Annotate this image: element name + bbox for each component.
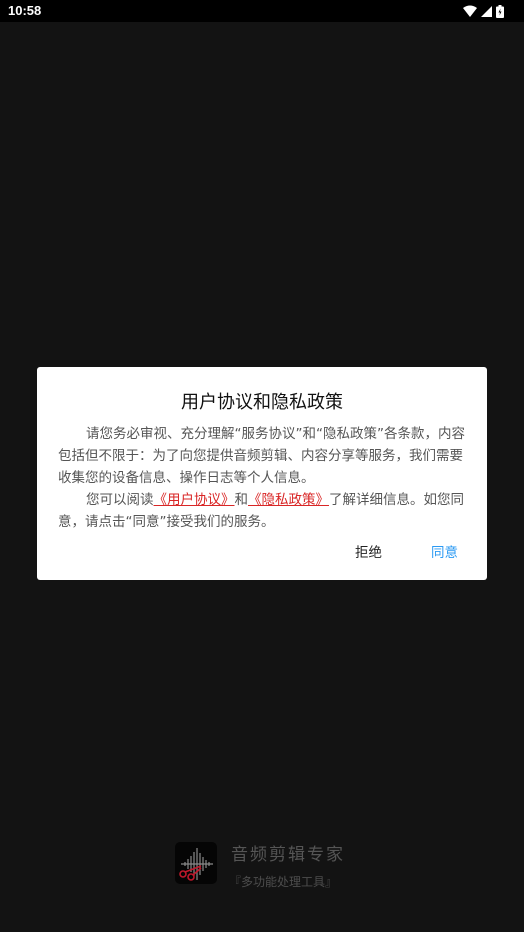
paragraph-2-and: 和 (234, 492, 249, 508)
dialog-body: 请您务必审视、充分理解“服务协议”和“隐私政策”各条款，内容包括但不限于：为了向… (58, 423, 466, 533)
user-agreement-link[interactable]: 《用户协议》 (154, 492, 235, 508)
status-icons (463, 4, 504, 18)
status-time: 10:58 (8, 3, 42, 18)
agree-button[interactable]: 同意 (431, 541, 458, 561)
signal-icon (481, 5, 492, 17)
dialog-title: 用户协议和隐私政策 (181, 392, 343, 413)
app-name: 音频剪辑专家 (231, 845, 345, 865)
privacy-policy-link[interactable]: 《隐私政策》 (248, 492, 329, 508)
brand-footer: 音频剪辑专家 『多功能处理工具』 (175, 840, 355, 890)
reject-button[interactable]: 拒绝 (355, 541, 382, 561)
dialog-paragraph-1: 请您务必审视、充分理解“服务协议”和“隐私政策”各条款，内容包括但不限于：为了向… (58, 426, 465, 486)
dialog-actions: 拒绝 同意 (37, 541, 487, 561)
privacy-dialog: 用户协议和隐私政策 请您务必审视、充分理解“服务协议”和“隐私政策”各条款，内容… (37, 367, 487, 580)
wifi-icon (463, 5, 477, 17)
dialog-paragraph-2: 您可以阅读《用户协议》和《隐私政策》了解详细信息。如您同意，请点击“同意”接受我… (58, 489, 466, 533)
battery-icon (496, 4, 504, 18)
paragraph-2-prefix: 您可以阅读 (86, 492, 154, 508)
app-slogan: 『多功能处理工具』 (229, 875, 338, 889)
app-logo-icon (175, 842, 217, 884)
status-bar: 10:58 (0, 0, 524, 22)
